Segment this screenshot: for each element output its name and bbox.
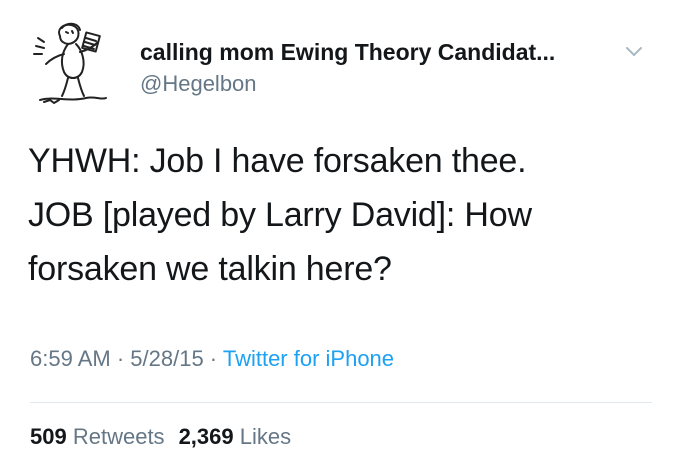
tweet-date[interactable]: 5/28/15 bbox=[130, 346, 203, 371]
divider bbox=[30, 402, 652, 403]
cartoon-character-avatar-icon bbox=[33, 22, 107, 104]
likes-label: Likes bbox=[239, 424, 292, 449]
meta-separator: · bbox=[110, 346, 131, 371]
tweet-text-line: YHWH: Job I have forsaken thee. bbox=[28, 142, 527, 180]
avatar[interactable] bbox=[22, 16, 118, 112]
tweet-meta: 6:59 AM · 5/28/15 · Twitter for iPhone bbox=[30, 346, 394, 372]
tweet-text: YHWH: Job I have forsaken thee. JOB [pla… bbox=[28, 134, 648, 296]
retweets-stat[interactable]: 509 Retweets bbox=[30, 424, 165, 449]
tweet-source-link[interactable]: Twitter for iPhone bbox=[223, 346, 394, 371]
retweets-count: 509 bbox=[30, 424, 67, 449]
likes-stat[interactable]: 2,369 Likes bbox=[179, 424, 292, 449]
meta-separator: · bbox=[203, 346, 223, 371]
user-handle[interactable]: @Hegelbon bbox=[140, 70, 660, 98]
retweets-label: Retweets bbox=[72, 424, 165, 449]
tweet-card: calling mom Ewing Theory Candidat... @He… bbox=[0, 0, 680, 473]
tweet-text-line: forsaken we talkin here? bbox=[28, 250, 392, 288]
likes-count: 2,369 bbox=[178, 424, 234, 449]
user-name-block[interactable]: calling mom Ewing Theory Candidat... @He… bbox=[140, 38, 660, 98]
chevron-down-icon[interactable] bbox=[623, 40, 645, 62]
display-name[interactable]: calling mom Ewing Theory Candidat... bbox=[140, 38, 660, 66]
tweet-time[interactable]: 6:59 AM bbox=[30, 346, 111, 371]
tweet-text-line: JOB [played by Larry David]: How bbox=[28, 196, 532, 234]
tweet-stats: 509 Retweets 2,369 Likes bbox=[30, 424, 291, 450]
tweet-header: calling mom Ewing Theory Candidat... @He… bbox=[22, 16, 662, 112]
